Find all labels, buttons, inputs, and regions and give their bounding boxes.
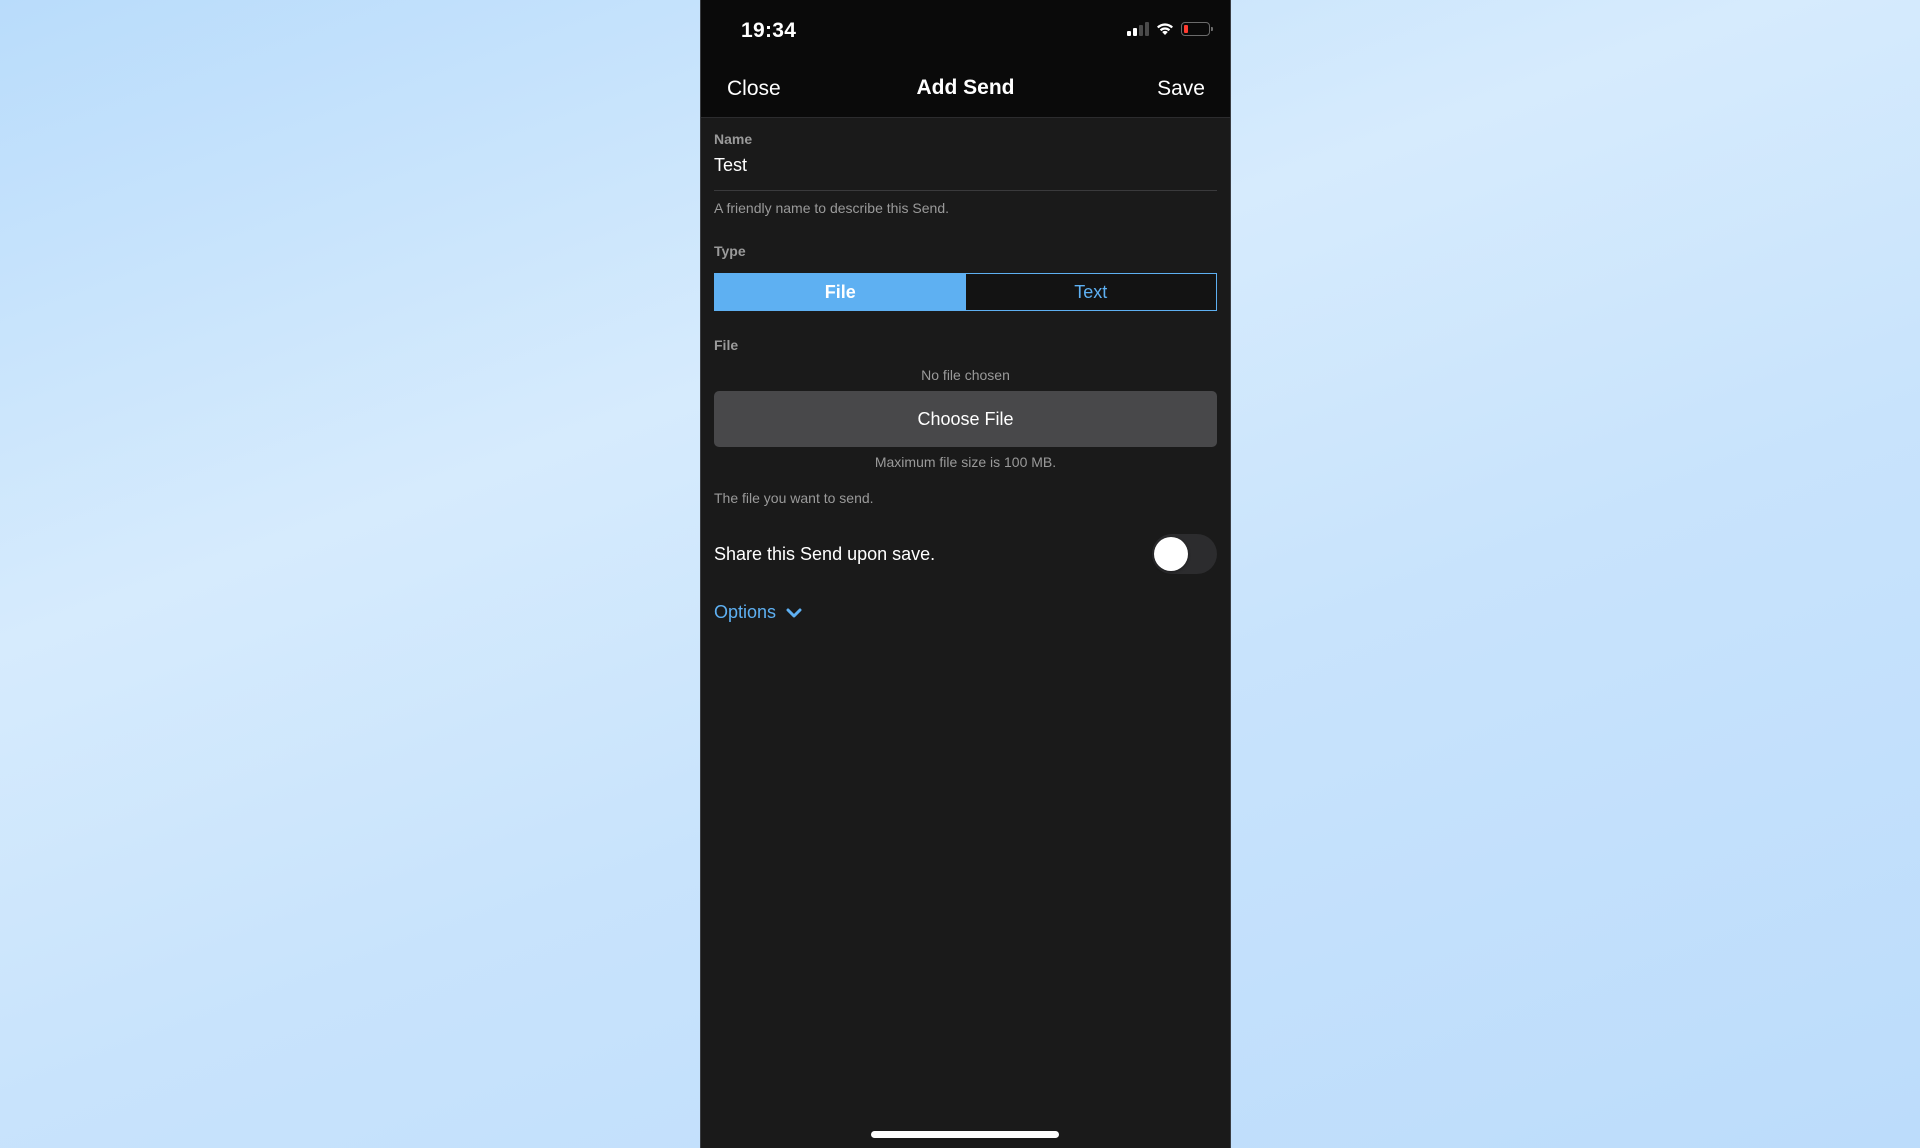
name-label: Name	[714, 131, 753, 147]
type-segmented-control: File Text	[714, 273, 1217, 311]
name-helper-text: A friendly name to describe this Send.	[714, 200, 950, 216]
file-label: File	[714, 337, 739, 353]
battery-icon	[1181, 22, 1213, 36]
page-title: Add Send	[916, 76, 1015, 99]
options-expander[interactable]: Options	[714, 602, 802, 623]
wifi-icon	[1157, 23, 1173, 35]
choose-file-button[interactable]: Choose File	[714, 391, 1217, 447]
signal-icon	[1127, 22, 1149, 36]
file-status: No file chosen	[921, 367, 1010, 383]
save-button[interactable]: Save	[1157, 77, 1205, 101]
status-icons	[1127, 22, 1213, 36]
top-bar: 19:34 Close Add Send Save	[701, 0, 1230, 118]
chevron-down-icon	[786, 608, 802, 617]
type-option-text[interactable]: Text	[965, 274, 1216, 310]
toggle-knob	[1154, 537, 1188, 571]
name-input[interactable]	[714, 153, 1217, 191]
home-indicator[interactable]	[871, 1131, 1059, 1138]
phone-screen: 19:34 Close Add Send Save Name A fr	[700, 0, 1231, 1148]
type-option-file[interactable]: File	[715, 274, 966, 310]
type-label: Type	[714, 243, 746, 259]
share-on-save-label: Share this Send upon save.	[714, 543, 936, 564]
options-label: Options	[714, 602, 777, 622]
share-on-save-toggle[interactable]	[1152, 534, 1217, 574]
share-on-save-row: Share this Send upon save.	[714, 533, 1217, 575]
file-helper-text: The file you want to send.	[714, 490, 874, 506]
status-time: 19:34	[741, 19, 797, 42]
max-file-size-note: Maximum file size is 100 MB.	[874, 454, 1057, 470]
